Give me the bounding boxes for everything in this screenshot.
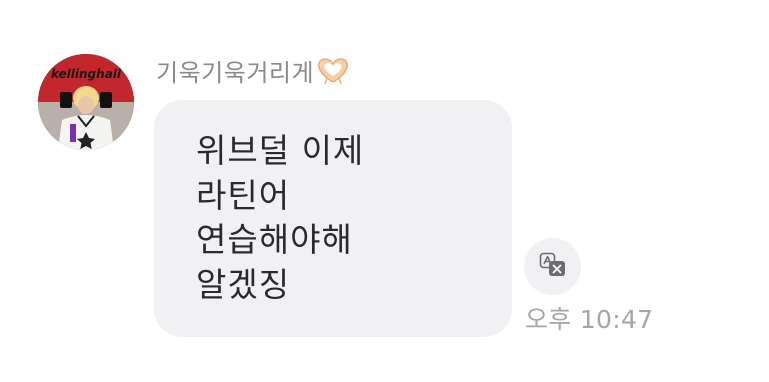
message-line: 알겠징	[196, 264, 291, 304]
translate-icon	[539, 252, 567, 282]
sender-name-row: 기욱기욱거리게	[156, 53, 350, 87]
translate-button[interactable]	[524, 238, 581, 295]
message-timestamp: 오후 10:47	[525, 305, 654, 334]
sender-avatar[interactable]: kellinghall	[38, 54, 134, 150]
sender-name: 기욱기욱거리게	[156, 58, 315, 87]
message-line: 라틴어	[196, 175, 291, 215]
avatar-logo-text: kellinghall	[51, 67, 122, 81]
message-line: 위브덜 이제	[196, 131, 365, 170]
message-bubble[interactable]: 위브덜 이제 라틴어 연습해야해 알겠징	[154, 100, 512, 337]
message-line: 연습해야해	[196, 220, 353, 259]
heart-hands-icon	[316, 55, 350, 85]
